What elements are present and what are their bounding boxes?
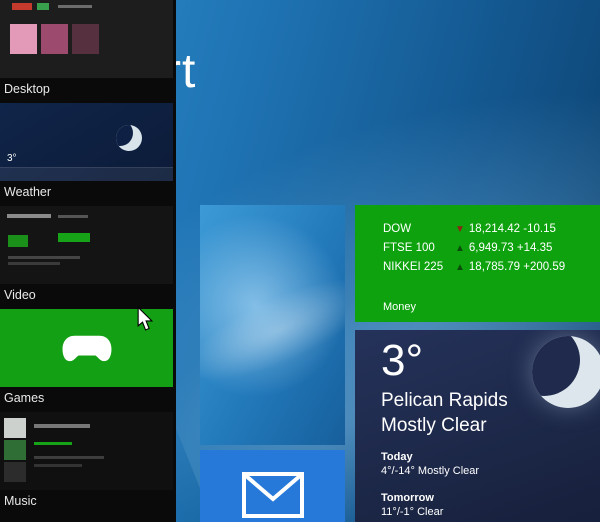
- forecast-detail-today: 4°/-14° Mostly Clear: [381, 464, 600, 479]
- quote-value: 6,949.73: [469, 242, 514, 254]
- album-art: [4, 440, 26, 460]
- thumb-temperature: 3°: [7, 153, 17, 164]
- weather-thumbnail: 3°: [0, 103, 173, 181]
- crescent-moon-icon: [532, 336, 600, 408]
- app-switcher: Desktop 3° Weather Video: [0, 0, 176, 522]
- music-text-line: [34, 456, 104, 459]
- quote-index: FTSE 100: [383, 239, 455, 257]
- album-art: [10, 24, 37, 54]
- quote-value: 18,214.42: [469, 223, 520, 235]
- crescent-moon-icon: [116, 125, 142, 151]
- quote-row-dow: DOW▼ 18,214.42 -10.15: [383, 220, 600, 239]
- gamepad-icon: [60, 332, 114, 364]
- start-screen: rt DOW▼18,214.42 -10.15 FTSE 100▲6,949.7…: [0, 0, 600, 522]
- quote-change: -10.15: [523, 223, 556, 235]
- quote-index: NIKKEI 225: [383, 258, 455, 276]
- quote-row-nikkei: NIKKEI 225▲ 18,785.79 +200.59: [383, 258, 600, 277]
- music-text-line: [34, 464, 82, 467]
- forecast-detail-tomorrow: 11°/-1° Clear: [381, 505, 600, 520]
- video-title-bar: [7, 214, 51, 218]
- tile-weather[interactable]: 3° Pelican Rapids Mostly Clear Today 4°/…: [355, 330, 600, 522]
- money-tile-label: Money: [383, 301, 416, 313]
- tile-money[interactable]: DOW▼ 18,214.42 -10.15 FTSE 100▲ 6,949.73 +…: [355, 205, 600, 322]
- video-text-line: [8, 256, 80, 259]
- quote-change: +200.59: [523, 261, 565, 273]
- app-label-weather: Weather: [0, 181, 173, 199]
- up-arrow-icon: ▲: [455, 243, 465, 254]
- tile-desktop[interactable]: [200, 205, 345, 445]
- weather-condition: Mostly Clear: [381, 413, 600, 438]
- music-green-accent: [34, 442, 72, 445]
- up-arrow-icon: ▲: [455, 262, 465, 273]
- album-art: [4, 418, 26, 438]
- music-text-bar: [34, 424, 90, 428]
- switcher-item-weather[interactable]: 3° Weather: [0, 103, 173, 199]
- switcher-item-desktop[interactable]: Desktop: [0, 0, 173, 96]
- forecast-day-today: Today: [381, 450, 600, 464]
- app-label-games: Games: [0, 387, 173, 405]
- app-label-desktop: Desktop: [0, 78, 173, 96]
- music-thumbnail: [0, 412, 173, 490]
- album-art: [41, 24, 68, 54]
- forecast-day-tomorrow: Tomorrow: [381, 491, 600, 505]
- switcher-item-video[interactable]: Video: [0, 206, 173, 302]
- quote-index: DOW: [383, 220, 455, 238]
- window-text-dash: [58, 5, 92, 8]
- desktop-thumbnail: [0, 0, 173, 78]
- video-green-button: [58, 233, 90, 242]
- quote-row-ftse: FTSE 100▲ 6,949.73 +14.35: [383, 239, 600, 258]
- window-titlebar-green: [37, 3, 49, 10]
- switcher-item-music[interactable]: Music: [0, 412, 173, 508]
- album-art: [72, 24, 99, 54]
- down-arrow-icon: ▼: [455, 224, 465, 235]
- desktop-wallpaper-streak: [200, 253, 345, 406]
- window-titlebar-red: [12, 3, 32, 10]
- album-art: [4, 462, 26, 482]
- app-label-music: Music: [0, 490, 173, 508]
- video-thumbnail: [0, 206, 173, 284]
- mouse-cursor: [136, 306, 154, 332]
- envelope-icon: [242, 472, 304, 518]
- quote-change: +14.35: [517, 242, 553, 254]
- quote-value: 18,785.79: [469, 261, 520, 273]
- video-text-line: [8, 262, 60, 265]
- forecast-strip: [0, 167, 173, 181]
- video-text-bar: [58, 215, 88, 218]
- video-green-tile: [8, 235, 28, 247]
- tile-mail[interactable]: [200, 450, 345, 522]
- app-label-video: Video: [0, 284, 173, 302]
